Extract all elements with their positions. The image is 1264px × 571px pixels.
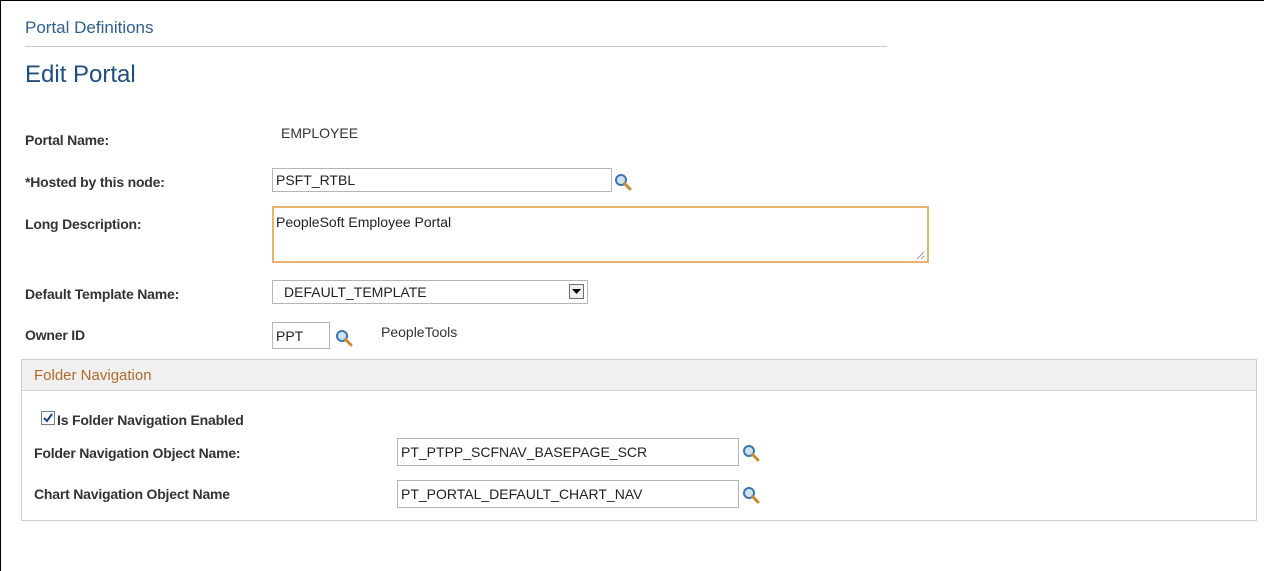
folder-nav-object-input[interactable]: PT_PTPP_SCFNAV_BASEPAGE_SCR [397, 438, 739, 466]
hosted-node-label: *Hosted by this node: [25, 174, 165, 190]
folder-nav-object-label: Folder Navigation Object Name: [34, 445, 241, 461]
folder-navigation-header [21, 359, 1257, 391]
breadcrumb-divider [25, 46, 887, 47]
portal-name-value: EMPLOYEE [281, 125, 359, 141]
default-template-value: DEFAULT_TEMPLATE [284, 284, 427, 300]
page-title: Edit Portal [25, 61, 136, 88]
long-description-textarea[interactable]: PeopleSoft Employee Portal [272, 206, 929, 263]
chart-nav-object-input[interactable]: PT_PORTAL_DEFAULT_CHART_NAV [397, 480, 739, 508]
folder-nav-lookup-icon[interactable] [742, 444, 760, 462]
owner-id-lookup-icon[interactable] [335, 329, 353, 347]
resize-grip-icon[interactable] [915, 250, 925, 260]
dropdown-button[interactable] [569, 284, 584, 299]
checkmark-icon [43, 413, 53, 423]
long-description-label: Long Description: [25, 216, 142, 232]
breadcrumb[interactable]: Portal Definitions [25, 18, 154, 38]
chart-nav-object-label: Chart Navigation Object Name [34, 486, 230, 502]
default-template-select[interactable]: DEFAULT_TEMPLATE [272, 280, 588, 304]
folder-navigation-enabled-label: Is Folder Navigation Enabled [57, 412, 244, 428]
portal-name-label: Portal Name: [25, 132, 109, 148]
default-template-label: Default Template Name: [25, 286, 180, 302]
owner-id-input[interactable]: PPT [272, 322, 330, 349]
chart-nav-lookup-icon[interactable] [742, 486, 760, 504]
hosted-node-input[interactable]: PSFT_RTBL [272, 168, 612, 192]
owner-id-description: PeopleTools [381, 324, 458, 340]
folder-navigation-checkbox[interactable] [41, 411, 55, 425]
hosted-node-lookup-icon[interactable] [614, 173, 632, 191]
owner-id-label: Owner ID [25, 327, 85, 343]
folder-navigation-title: Folder Navigation [34, 367, 152, 384]
chevron-down-icon [572, 289, 581, 294]
